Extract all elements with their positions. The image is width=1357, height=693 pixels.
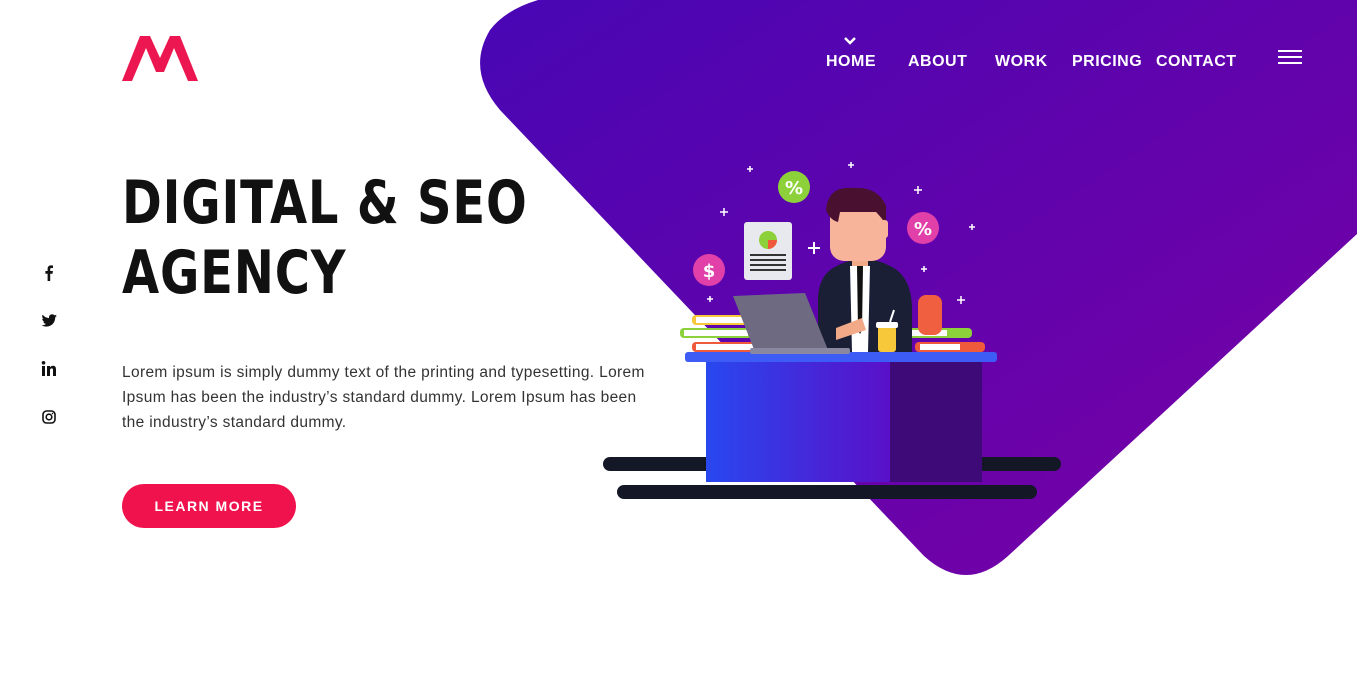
hamburger-line (1278, 62, 1302, 64)
dollar-badge: $ (693, 254, 725, 286)
hamburger-menu-button[interactable] (1278, 50, 1306, 70)
nav-item-pricing[interactable]: PRICING (1072, 51, 1142, 73)
social-links (36, 260, 62, 452)
svg-text:%: % (785, 178, 803, 199)
hero-title-line-1: DIGITAL & SEO (122, 168, 528, 238)
chair (918, 295, 942, 335)
learn-more-button[interactable]: LEARN MORE (122, 484, 296, 528)
percent-badge-green: % (778, 171, 810, 203)
facebook-icon[interactable] (36, 260, 62, 286)
nav-item-home[interactable]: HOME (826, 51, 876, 73)
svg-text:%: % (914, 219, 932, 240)
nav-item-work[interactable]: WORK (995, 51, 1047, 73)
nav-item-about[interactable]: ABOUT (908, 51, 967, 73)
report-document (744, 222, 792, 280)
desk (685, 352, 997, 482)
hamburger-line (1278, 56, 1302, 58)
twitter-icon[interactable] (36, 308, 62, 334)
books-right (900, 328, 985, 352)
percent-badge-pink: % (907, 212, 939, 244)
instagram-icon[interactable] (36, 404, 62, 430)
hero-description: Lorem ipsum is simply dummy text of the … (122, 364, 645, 431)
seo-agency-illustration: % % $ (603, 162, 1061, 499)
linkedin-icon[interactable] (36, 356, 62, 382)
hero-title: DIGITAL & SEO AGENCY (122, 168, 528, 308)
person (818, 187, 912, 352)
hamburger-line (1278, 50, 1302, 52)
main-navigation: HOME ABOUT WORK PRICING CONTACT (0, 0, 1357, 100)
nav-item-contact[interactable]: CONTACT (1156, 51, 1236, 73)
svg-text:$: $ (703, 261, 716, 282)
chevron-down-icon (844, 37, 856, 45)
hero-title-line-2: AGENCY (122, 238, 347, 308)
